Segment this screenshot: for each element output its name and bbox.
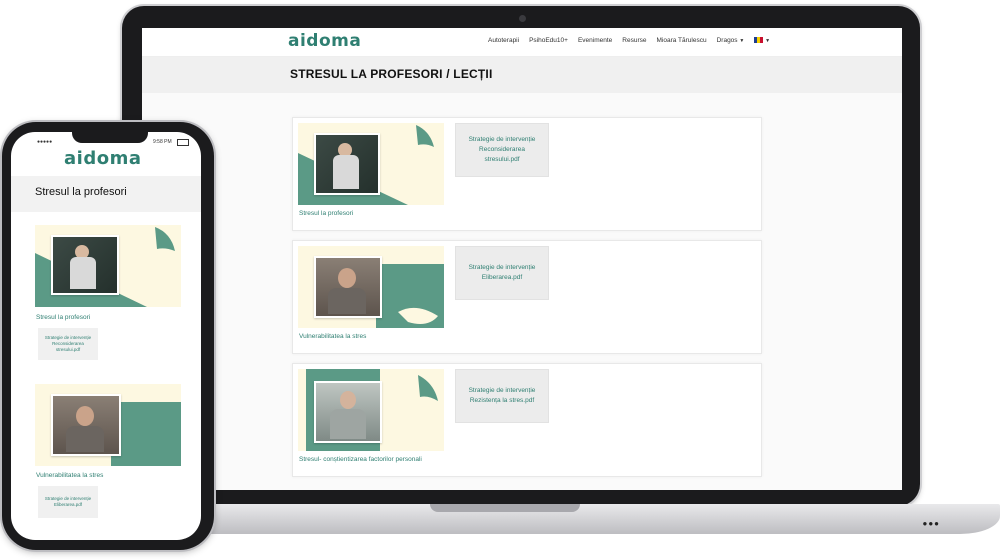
site-logo[interactable]: aidoma xyxy=(64,148,141,169)
lesson-thumbnail[interactable] xyxy=(298,123,444,205)
pdf-line: Eliberarea.pdf xyxy=(53,502,83,507)
pdf-download-button[interactable]: Strategie de intervenție Reconsiderarea … xyxy=(38,328,98,360)
lesson-thumbnail[interactable] xyxy=(298,246,444,328)
pdf-download-button[interactable]: Strategie de intervenție Eliberarea.pdf xyxy=(38,486,98,518)
lesson-thumbnail[interactable] xyxy=(35,225,181,307)
nav-menu: Autoterapii PsihoEdu10+ Evenimente Resur… xyxy=(488,37,770,44)
language-menu[interactable]: ▼ xyxy=(754,37,770,44)
signal-icon: ●●●●● xyxy=(37,139,53,145)
nav-item-autoterapii[interactable]: Autoterapii xyxy=(488,37,519,44)
page-title: STRESUL LA PROFESORI / LECȚII xyxy=(290,67,493,81)
lesson-title[interactable]: Stresul la profesori xyxy=(299,210,353,217)
pdf-line: Eliberarea.pdf xyxy=(481,274,523,281)
stressed-woman-photo xyxy=(314,256,382,318)
lesson-thumbnail[interactable] xyxy=(35,384,181,466)
battery-icon xyxy=(177,139,189,146)
teacher-photo xyxy=(314,133,380,195)
lesson-title[interactable]: Stresul la profesori xyxy=(36,314,90,321)
phone-notch xyxy=(72,129,148,143)
nav-item-author[interactable]: Mioara Tărulescu xyxy=(656,37,706,44)
camera-icon xyxy=(519,15,526,22)
pdf-line: Strategie de intervenție xyxy=(468,387,536,394)
caret-down-icon: ▼ xyxy=(739,38,745,44)
lesson-title[interactable]: Vulnerabilitatea la stres xyxy=(299,333,366,340)
pdf-download-button[interactable]: Strategie de intervenție Eliberarea.pdf xyxy=(455,246,549,300)
nav-item-resurse[interactable]: Resurse xyxy=(622,37,646,44)
teacher-photo xyxy=(51,235,119,295)
lesson-title[interactable]: Vulnerabilitatea la stres xyxy=(36,472,103,479)
pdf-line: Strategie de intervenție xyxy=(468,136,536,143)
nav-item-psihoedu[interactable]: PsihoEdu10+ xyxy=(529,37,568,44)
status-time: 9:58 PM xyxy=(153,139,172,145)
stressed-woman-photo xyxy=(51,394,121,456)
laptop-notch xyxy=(430,504,580,512)
pdf-line: stresului.pdf xyxy=(55,347,81,352)
lesson-card: Vulnerabilitatea la stres Strategie de i… xyxy=(292,240,762,354)
nav-item-evenimente[interactable]: Evenimente xyxy=(578,37,612,44)
pdf-line: Rezistența la stres.pdf xyxy=(469,397,535,404)
screaming-woman-photo xyxy=(314,381,382,443)
pdf-line: stresului.pdf xyxy=(484,156,520,163)
laptop-screen: aidoma Autoterapii PsihoEdu10+ Eveniment… xyxy=(142,28,902,490)
lesson-thumbnail[interactable] xyxy=(298,369,444,451)
lesson-card: Stresul- conștientizarea factorilor pers… xyxy=(292,363,762,477)
lesson-card: Stresul la profesori Strategie de interv… xyxy=(292,117,762,231)
indicator-lights-icon: ●●● xyxy=(922,519,940,528)
site-logo[interactable]: aidoma xyxy=(288,31,361,51)
page-header: Stresul la profesori xyxy=(11,176,201,212)
pdf-line: Reconsiderarea xyxy=(479,146,525,153)
page-title: Stresul la profesori xyxy=(35,186,127,198)
pdf-download-button[interactable]: Strategie de intervenție Reconsiderarea … xyxy=(455,123,549,177)
user-menu[interactable]: Dragos ▼ xyxy=(717,37,745,44)
top-navbar: aidoma Autoterapii PsihoEdu10+ Eveniment… xyxy=(142,28,902,57)
pdf-download-button[interactable]: Strategie de intervenție Rezistența la s… xyxy=(455,369,549,423)
flag-ro-icon xyxy=(754,37,764,44)
caret-down-icon: ▼ xyxy=(765,38,771,44)
page-header: STRESUL LA PROFESORI / LECȚII xyxy=(142,57,902,93)
user-name: Dragos xyxy=(716,37,738,44)
phone-screen: ●●●●● 9:58 PM aidoma Stresul la profesor… xyxy=(11,132,201,540)
pdf-line: Strategie de intervenție xyxy=(468,264,536,271)
lesson-title[interactable]: Stresul- conștientizarea factorilor pers… xyxy=(299,456,422,463)
